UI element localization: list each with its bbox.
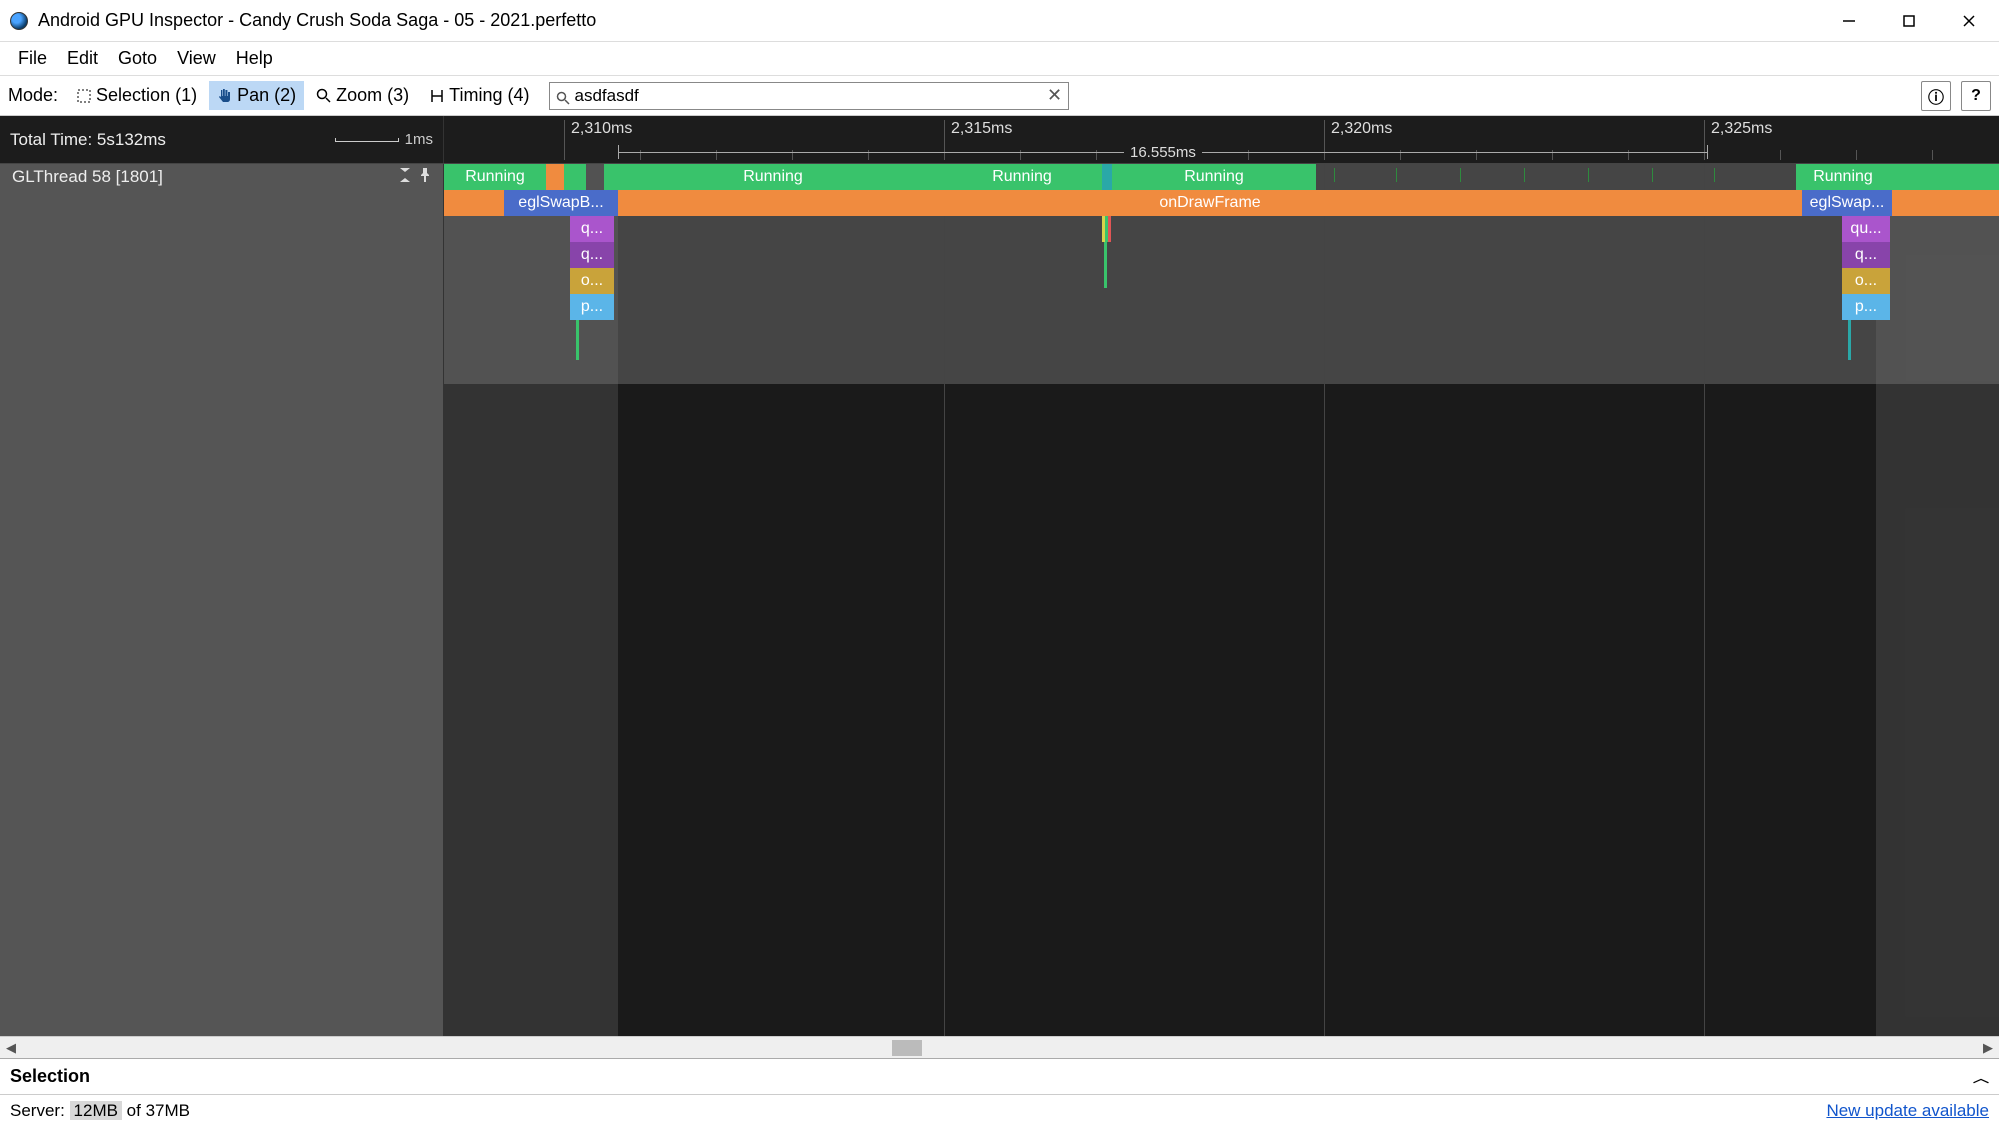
seg-running[interactable]: Running xyxy=(604,164,942,190)
scale-label: 1ms xyxy=(405,131,433,148)
seg-block[interactable] xyxy=(1102,164,1112,190)
close-button[interactable] xyxy=(1939,0,1999,42)
scroll-right-icon[interactable]: ▶ xyxy=(1977,1037,1999,1059)
mode-zoom-label: Zoom (3) xyxy=(336,85,409,106)
timeline-ruler[interactable]: 2,310ms 2,315ms 2,320ms 2,325ms 16.555ms xyxy=(444,116,1999,163)
zoom-icon xyxy=(316,88,332,104)
seg-q[interactable]: q... xyxy=(570,216,614,242)
mode-selection[interactable]: Selection (1) xyxy=(68,81,205,110)
scroll-track[interactable] xyxy=(22,1037,1977,1059)
minimize-button[interactable] xyxy=(1819,0,1879,42)
info-button[interactable]: ⓘ xyxy=(1921,81,1951,111)
timeline-header-left: Total Time: 5s132ms 1ms xyxy=(0,116,444,163)
seg-frame-post[interactable] xyxy=(1892,190,1999,216)
mode-selection-label: Selection (1) xyxy=(96,85,197,106)
toolbar: Mode: Selection (1) Pan (2) Zoom (3) Tim… xyxy=(0,76,1999,116)
selection-panel-header[interactable]: Selection ︿ xyxy=(0,1058,1999,1094)
collapse-icon[interactable] xyxy=(399,167,411,187)
track-canvas[interactable]: Running Running Running Running Running … xyxy=(444,164,1999,1036)
seg-thin[interactable] xyxy=(1104,242,1107,268)
track-list: GLThread 58 [1801] xyxy=(0,164,444,1036)
mode-timing-label: Timing (4) xyxy=(449,85,529,106)
menu-view[interactable]: View xyxy=(167,44,226,73)
help-button[interactable]: ? xyxy=(1961,81,1991,111)
seg-p[interactable]: p... xyxy=(1842,294,1890,320)
info-icon: ⓘ xyxy=(1928,84,1944,108)
total-time-label: Total Time: 5s132ms xyxy=(10,130,166,150)
selection-title: Selection xyxy=(10,1066,90,1087)
server-used: 12MB xyxy=(70,1101,122,1120)
seg-running[interactable]: Running xyxy=(1796,164,1890,190)
chevron-up-icon[interactable]: ︿ xyxy=(1973,1068,1989,1085)
seg-ondrawframe[interactable]: onDrawFrame xyxy=(618,190,1802,216)
timeline-header: Total Time: 5s132ms 1ms 2,310ms 2,315ms … xyxy=(0,116,1999,164)
mode-timing[interactable]: Timing (4) xyxy=(421,81,537,110)
status-bar: Server: 12MB of 37MB New update availabl… xyxy=(0,1094,1999,1126)
menu-goto[interactable]: Goto xyxy=(108,44,167,73)
seg-block[interactable] xyxy=(546,164,564,190)
search-clear-icon[interactable]: ✕ xyxy=(1046,88,1062,104)
seg-running[interactable]: Running xyxy=(1112,164,1316,190)
server-status: Server: 12MB of 37MB xyxy=(10,1101,190,1121)
seg-eglswap[interactable]: eglSwap... xyxy=(1802,190,1892,216)
selection-icon xyxy=(76,88,92,104)
range-marker: 16.555ms xyxy=(618,144,1708,160)
seg-thin[interactable] xyxy=(1104,268,1107,288)
mode-pan-label: Pan (2) xyxy=(237,85,296,106)
app-icon xyxy=(10,12,28,30)
track-name: GLThread 58 [1801] xyxy=(12,167,163,187)
menu-file[interactable]: File xyxy=(8,44,57,73)
update-link[interactable]: New update available xyxy=(1826,1101,1989,1121)
scroll-left-icon[interactable]: ◀ xyxy=(0,1037,22,1059)
seg-o[interactable]: o... xyxy=(1842,268,1890,294)
range-label: 16.555ms xyxy=(1124,144,1202,161)
search-input[interactable] xyxy=(574,86,1046,106)
search-icon xyxy=(556,89,570,103)
seg-running-small[interactable] xyxy=(564,164,586,190)
window-title: Android GPU Inspector - Candy Crush Soda… xyxy=(38,10,596,31)
timing-icon xyxy=(429,88,445,104)
menubar: File Edit Goto View Help xyxy=(0,42,1999,76)
ruler-tick: 2,325ms xyxy=(1704,120,1772,160)
scroll-thumb[interactable] xyxy=(892,1040,922,1056)
help-icon: ? xyxy=(1971,87,1981,105)
maximize-button[interactable] xyxy=(1879,0,1939,42)
seg-frame-pre[interactable] xyxy=(444,190,504,216)
mode-zoom[interactable]: Zoom (3) xyxy=(308,81,417,110)
time-scale: 1ms xyxy=(335,131,433,148)
menu-edit[interactable]: Edit xyxy=(57,44,108,73)
seg-running[interactable]: Running xyxy=(942,164,1102,190)
mode-label: Mode: xyxy=(8,85,58,106)
pin-icon[interactable] xyxy=(419,167,431,187)
mode-pan[interactable]: Pan (2) xyxy=(209,81,304,110)
seg-running[interactable]: Running xyxy=(444,164,546,190)
seg-running-tail[interactable] xyxy=(1890,164,1999,190)
titlebar: Android GPU Inspector - Candy Crush Soda… xyxy=(0,0,1999,42)
search-box[interactable]: ✕ xyxy=(549,82,1069,110)
seg-qu[interactable]: qu... xyxy=(1842,216,1890,242)
seg-p[interactable]: p... xyxy=(570,294,614,320)
timeline-panel: Total Time: 5s132ms 1ms 2,310ms 2,315ms … xyxy=(0,116,1999,1036)
pan-icon xyxy=(217,88,233,104)
track-label[interactable]: GLThread 58 [1801] xyxy=(0,164,443,190)
horizontal-scrollbar[interactable]: ◀ ▶ xyxy=(0,1036,1999,1058)
seg-o[interactable]: o... xyxy=(570,268,614,294)
seg-thin[interactable] xyxy=(576,320,579,360)
seg-q[interactable]: q... xyxy=(570,242,614,268)
menu-help[interactable]: Help xyxy=(226,44,283,73)
seg-thin[interactable] xyxy=(1108,216,1111,242)
seg-thin[interactable] xyxy=(1848,320,1851,360)
scale-bar-icon xyxy=(335,138,399,142)
seg-eglswap[interactable]: eglSwapB... xyxy=(504,190,618,216)
seg-q[interactable]: q... xyxy=(1842,242,1890,268)
